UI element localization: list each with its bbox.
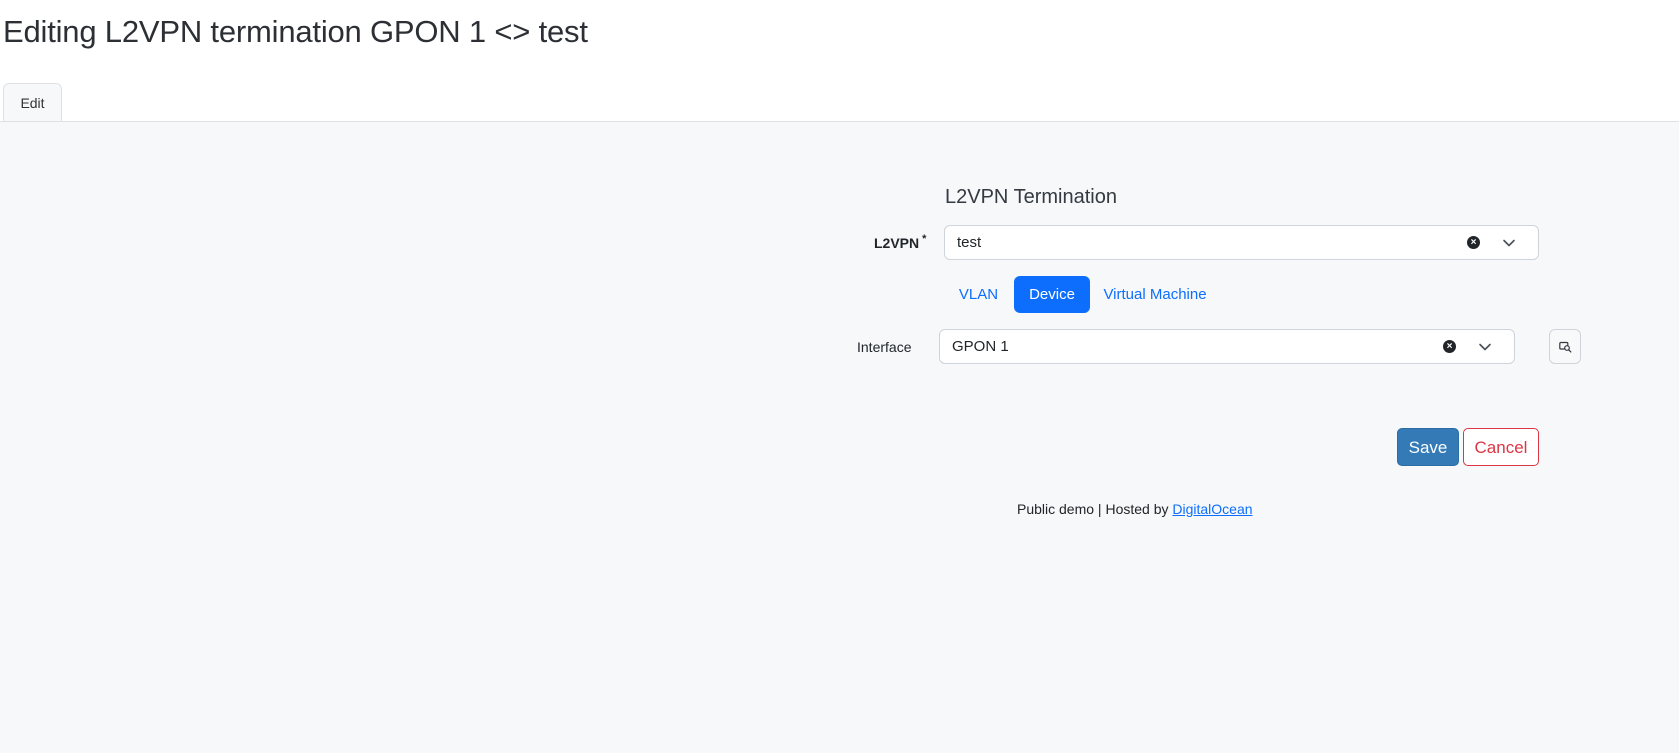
save-button[interactable]: Save bbox=[1397, 428, 1459, 466]
page-header: Editing L2VPN termination GPON 1 <> test… bbox=[0, 0, 1679, 122]
l2vpn-select[interactable]: test × bbox=[944, 225, 1539, 260]
section-title: L2VPN Termination bbox=[945, 186, 1117, 208]
footer-text: Public demo | Hosted by bbox=[1017, 501, 1173, 517]
selector-search-icon bbox=[1559, 341, 1572, 353]
interface-select[interactable]: GPON 1 × bbox=[939, 329, 1515, 364]
tab-edit[interactable]: Edit bbox=[3, 83, 62, 121]
selector-button[interactable] bbox=[1549, 329, 1581, 364]
footer: Public demo | Hosted by DigitalOcean bbox=[1017, 499, 1253, 519]
l2vpn-label: L2VPN * bbox=[874, 233, 926, 255]
tab-vlan[interactable]: VLAN bbox=[953, 276, 1004, 313]
digitalocean-link[interactable]: DigitalOcean bbox=[1172, 501, 1252, 517]
chevron-down-icon[interactable] bbox=[1502, 236, 1516, 250]
required-marker: * bbox=[922, 233, 927, 245]
page-title: Editing L2VPN termination GPON 1 <> test bbox=[3, 14, 588, 49]
tab-device[interactable]: Device bbox=[1014, 276, 1090, 313]
cancel-button[interactable]: Cancel bbox=[1463, 428, 1539, 466]
chevron-down-icon[interactable] bbox=[1478, 340, 1492, 354]
clear-icon[interactable]: × bbox=[1467, 236, 1480, 249]
tab-virtual-machine[interactable]: Virtual Machine bbox=[1099, 276, 1211, 313]
interface-label: Interface bbox=[857, 339, 912, 355]
clear-icon[interactable]: × bbox=[1443, 340, 1456, 353]
l2vpn-label-text: L2VPN bbox=[874, 235, 920, 251]
interface-select-value: GPON 1 bbox=[952, 338, 1009, 355]
l2vpn-select-value: test bbox=[957, 234, 982, 251]
